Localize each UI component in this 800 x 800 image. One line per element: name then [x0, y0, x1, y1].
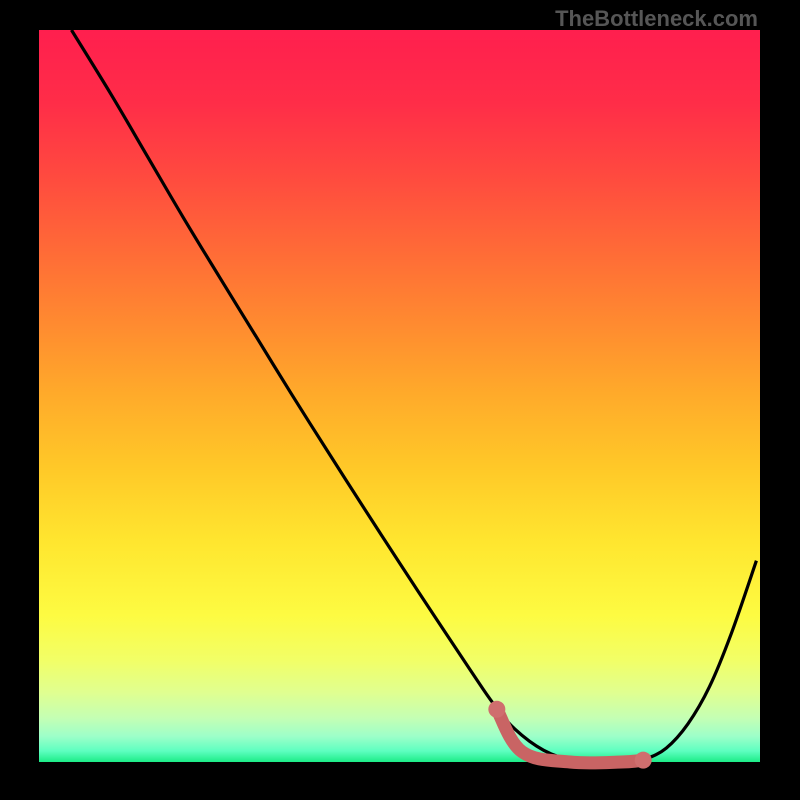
chart-svg [0, 0, 800, 800]
highlight-dot-right [635, 752, 652, 769]
gradient-background [39, 30, 760, 762]
highlight-dot-left [488, 701, 505, 718]
chart-frame: TheBottleneck.com [0, 0, 800, 800]
